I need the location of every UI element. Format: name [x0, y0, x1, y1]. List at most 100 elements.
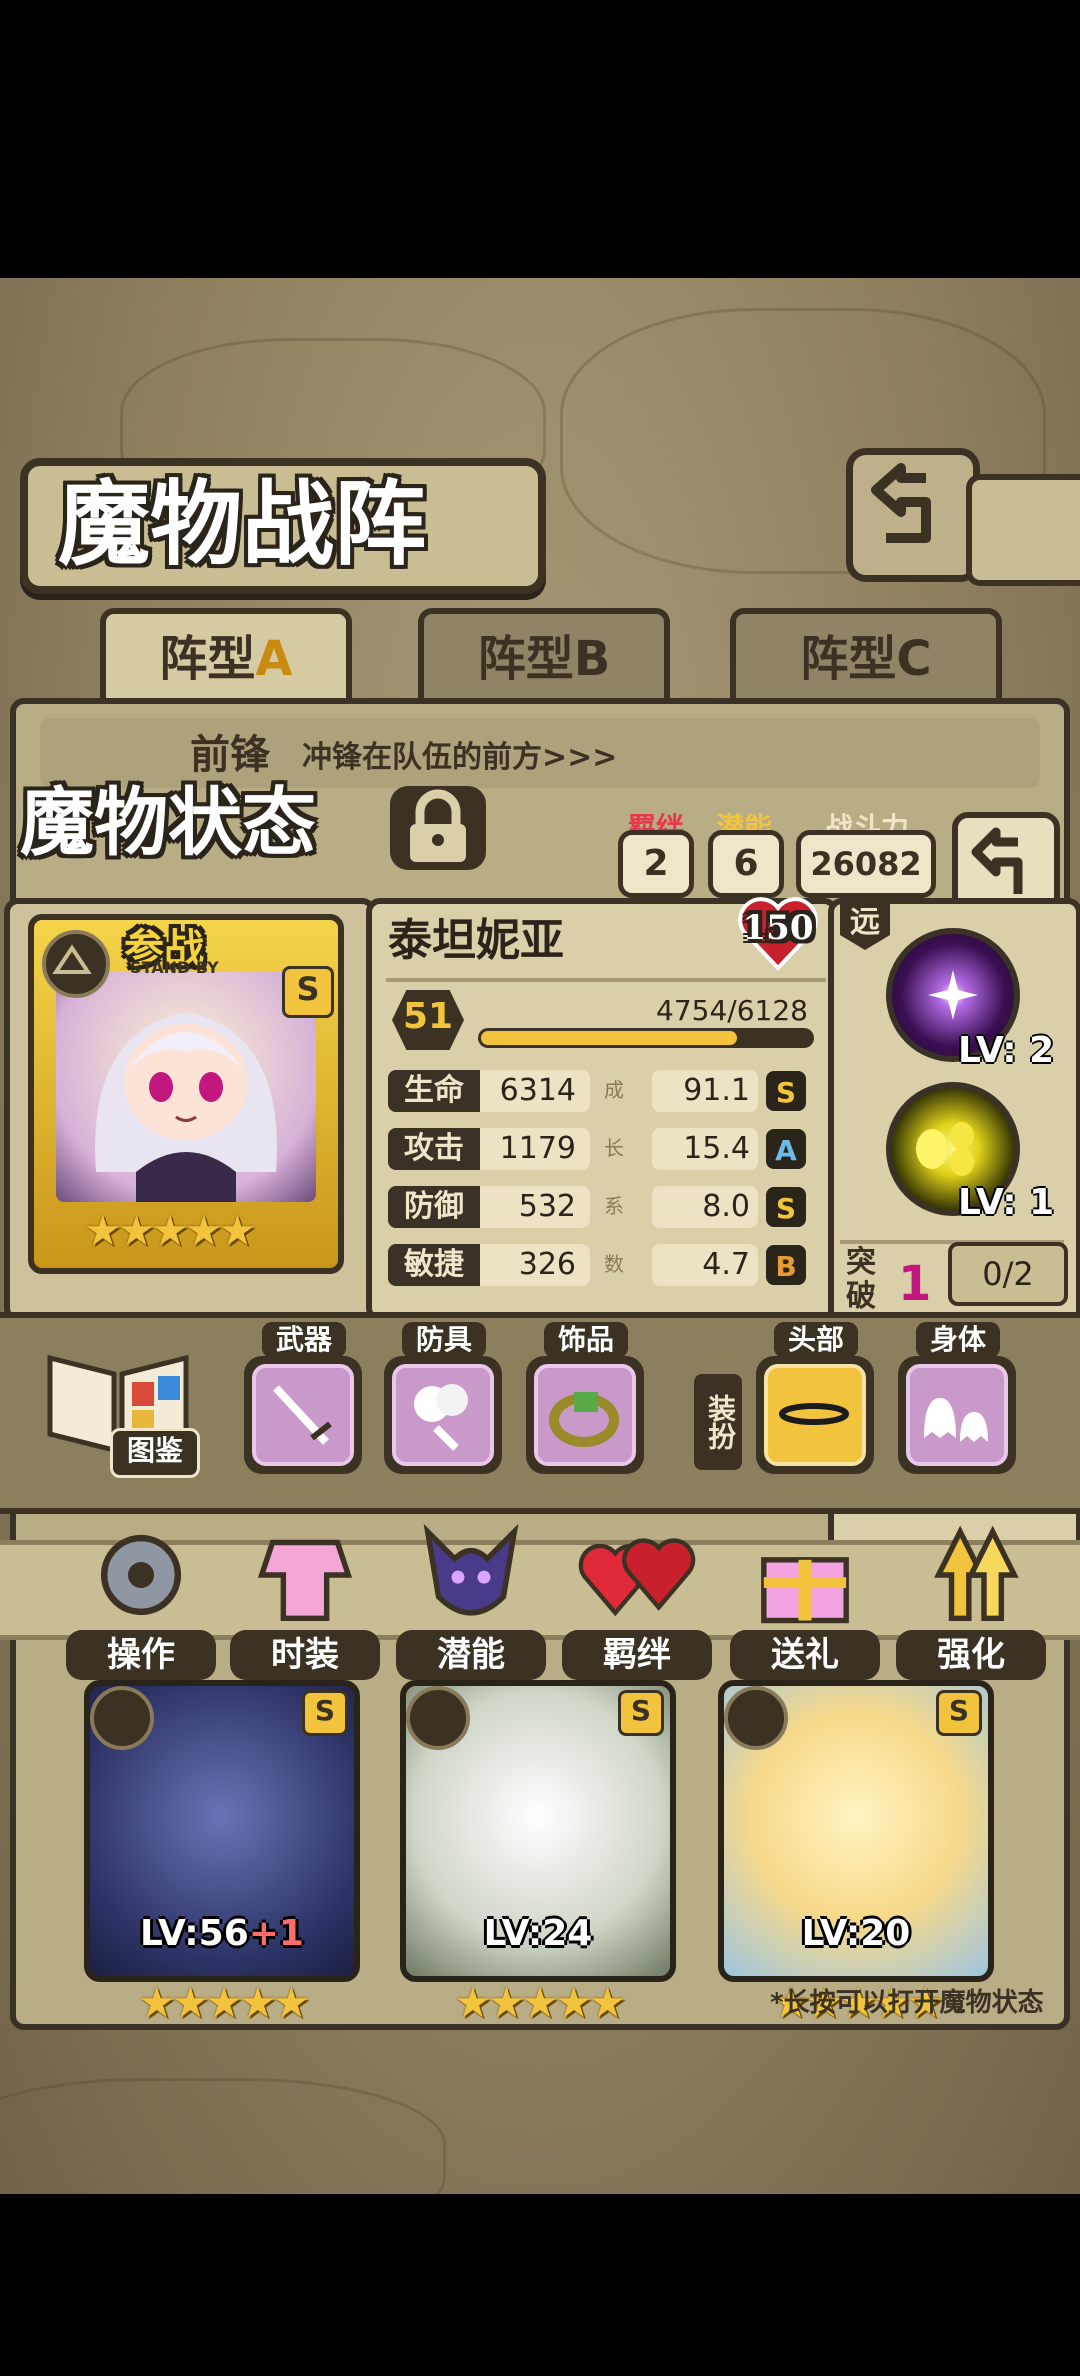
- exp-text: 4754/6128: [656, 994, 808, 1027]
- level-value: 51: [402, 996, 454, 1037]
- tab-letter: A: [255, 631, 293, 687]
- hearts-icon: [578, 1538, 696, 1617]
- growth-grade: A: [766, 1129, 806, 1169]
- status-title: 魔物状态: [20, 780, 316, 866]
- back-arrow-icon: [871, 463, 931, 543]
- stat-label: 生命: [388, 1070, 480, 1112]
- stat-value: 6314: [480, 1070, 590, 1112]
- weapon-label: 武器: [262, 1322, 346, 1358]
- action-button-2[interactable]: 时装: [230, 1510, 380, 1680]
- skill-1-level: LV: 2: [958, 1030, 1055, 1071]
- growth-value: 8.0: [652, 1186, 758, 1228]
- head-slot[interactable]: [756, 1356, 874, 1474]
- stat-value: 1179: [480, 1128, 590, 1170]
- demon-icon: [423, 1523, 519, 1616]
- weapon-slot[interactable]: [244, 1356, 362, 1474]
- mountain-icon: [90, 1686, 154, 1750]
- action-label: 时装: [230, 1630, 380, 1680]
- growth-grade: B: [766, 1245, 806, 1285]
- armor-icon: [414, 1384, 468, 1451]
- armor-label: 防具: [402, 1322, 486, 1358]
- action-label: 操作: [66, 1630, 216, 1680]
- monster-card[interactable]: S LV:24: [400, 1680, 676, 1982]
- stat-label: 防御: [388, 1186, 480, 1228]
- card-level-value: LV:24: [483, 1913, 593, 1954]
- monster-portrait: [56, 972, 316, 1202]
- tab-formation-b[interactable]: 阵型B: [418, 608, 670, 709]
- game-screen: 魔物战阵 阵型A 阵型B 阵型C 前锋 冲锋在队伍的前方>>> 魔物状态 羁绊 …: [0, 278, 1080, 2194]
- header-title-plate: 魔物战阵: [20, 458, 546, 594]
- sword-icon: [273, 1385, 332, 1445]
- head-label: 头部: [774, 1322, 858, 1358]
- accessory-slot[interactable]: [526, 1356, 644, 1474]
- card-level: LV:56+1: [90, 1913, 354, 1954]
- armor-slot-inner: [392, 1364, 494, 1466]
- breakthrough-label: 突破: [846, 1245, 876, 1314]
- standby-sub: STAND BY: [130, 958, 219, 977]
- stat-row: 敏捷 326 数 4.7 B: [388, 1244, 818, 1286]
- gear-icon: [100, 1534, 182, 1616]
- action-button-3[interactable]: 潜能: [396, 1510, 546, 1680]
- back-arrow-icon: [971, 827, 1023, 894]
- breakthrough-progress: 0/2: [948, 1242, 1068, 1306]
- action-button-6[interactable]: 强化: [896, 1510, 1046, 1680]
- head-slot-inner: [764, 1364, 866, 1466]
- action-button-1[interactable]: 操作: [66, 1510, 216, 1680]
- rank-badge: S: [282, 966, 334, 1018]
- formation-row-desc: 冲锋在队伍的前方>>>: [302, 740, 618, 775]
- body-slot[interactable]: [898, 1356, 1016, 1474]
- growth-value: 4.7: [652, 1244, 758, 1286]
- card-level: LV:24: [406, 1913, 670, 1954]
- growth-char: 系: [604, 1194, 624, 1218]
- tab-formation-c[interactable]: 阵型C: [730, 608, 1002, 709]
- stat-row: 防御 532 系 8.0 S: [388, 1186, 818, 1228]
- monster-name: 泰坦妮亚: [388, 915, 564, 966]
- stat-value: 532: [480, 1186, 590, 1228]
- monster-portrait-frame[interactable]: 参战 STAND BY S ★★★★★: [28, 914, 344, 1274]
- growth-value: 91.1: [652, 1070, 758, 1112]
- stat-label: 攻击: [388, 1128, 480, 1170]
- action-label: 强化: [896, 1630, 1046, 1680]
- costume-icon: [257, 1539, 353, 1622]
- breakthrough-value: 1: [898, 1256, 932, 1312]
- action-button-5[interactable]: 送礼: [730, 1510, 880, 1680]
- tab-letter: B: [573, 631, 611, 687]
- card-stars: ★★★★★: [138, 1978, 310, 2027]
- skill-2-level: LV: 1: [958, 1182, 1055, 1223]
- water-icon: [724, 1686, 788, 1750]
- guide-button[interactable]: 图鉴: [40, 1338, 200, 1478]
- divider: [386, 978, 826, 982]
- map-decoration: [0, 2078, 446, 2194]
- back-button[interactable]: [846, 448, 980, 582]
- monster-character-art: [95, 1012, 277, 1202]
- monster-card[interactable]: S LV:20: [718, 1680, 994, 1982]
- body-label: 身体: [916, 1322, 1000, 1358]
- stat-label: 敏捷: [388, 1244, 480, 1286]
- action-label: 羁绊: [562, 1630, 712, 1680]
- hint-text: *长按可以打开魔物状态: [770, 1988, 1044, 2018]
- tab-label: 阵型: [800, 631, 897, 687]
- ghost-icon: [924, 1398, 988, 1442]
- tab-formation-a[interactable]: 阵型A: [100, 608, 352, 709]
- growth-char: 长: [604, 1136, 624, 1160]
- tab-label: 阵型: [159, 631, 256, 687]
- tab-label: 阵型: [477, 631, 574, 687]
- action-button-4[interactable]: 羁绊: [562, 1510, 712, 1680]
- leaf-icon: [406, 1686, 470, 1750]
- guide-label: 图鉴: [110, 1428, 200, 1478]
- heart-value: 150: [742, 908, 814, 948]
- action-label: 潜能: [396, 1630, 546, 1680]
- lock-button[interactable]: [390, 786, 486, 870]
- exp-bar: [478, 1028, 814, 1048]
- card-level: LV:20: [724, 1913, 988, 1954]
- armor-slot[interactable]: [384, 1356, 502, 1474]
- accessory-slot-inner: [534, 1364, 636, 1466]
- gift-icon: [761, 1557, 849, 1624]
- monster-card[interactable]: S LV:56+1: [84, 1680, 360, 1982]
- growth-char: 数: [604, 1252, 624, 1276]
- growth-char: 成: [604, 1078, 624, 1102]
- rank-badge: S: [936, 1690, 982, 1736]
- growth-grade: S: [766, 1187, 806, 1227]
- card-stars: ★★★★★: [454, 1978, 626, 2027]
- headband-icon: [779, 1403, 849, 1425]
